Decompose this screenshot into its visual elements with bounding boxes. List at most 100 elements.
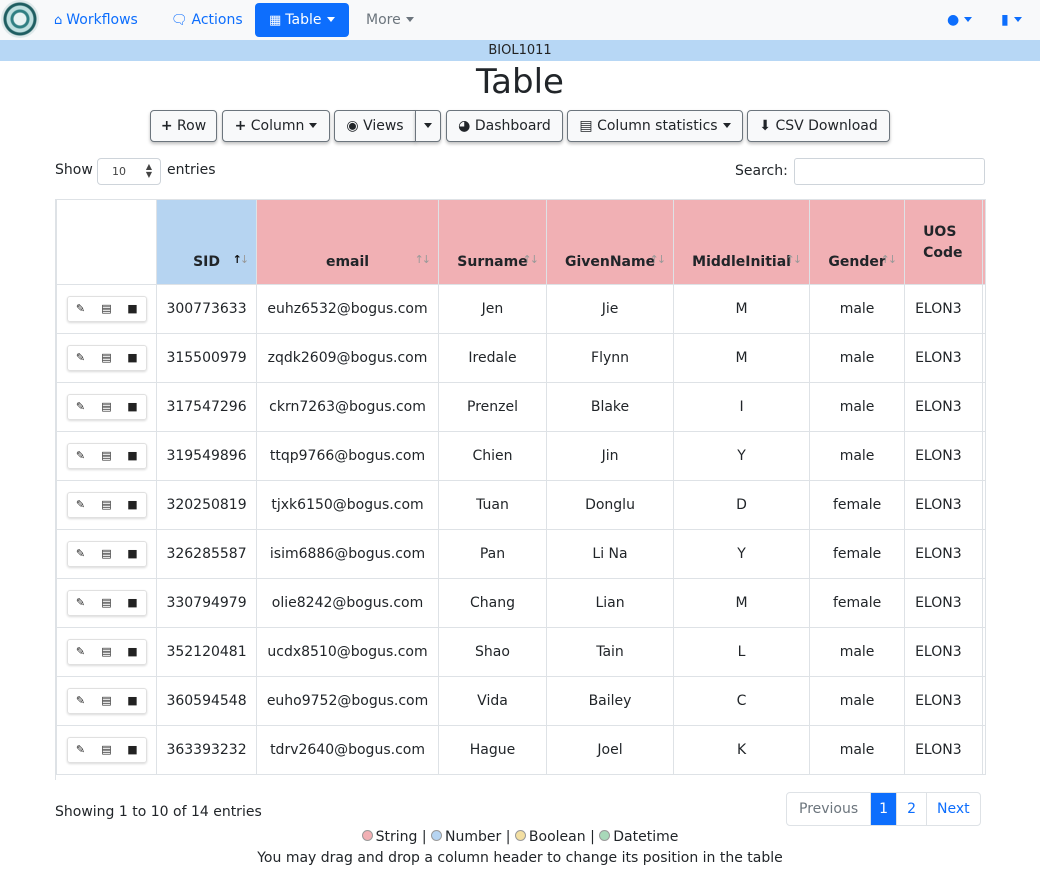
table-cell: 317547296 (156, 382, 258, 432)
table-cell: euhz6532@bogus.com (256, 284, 439, 334)
edit-icon[interactable]: ✎ (68, 297, 94, 321)
table-cell: 352120481 (156, 627, 258, 677)
book-menu[interactable]: ▮ (1001, 0, 1022, 40)
table-cell: ELON3 (904, 627, 983, 677)
edit-icon[interactable]: ✎ (68, 444, 94, 468)
nav-more-label: More (366, 12, 401, 28)
column-header-surname[interactable]: Surname ↑↓ (438, 199, 547, 285)
views-button[interactable]: ◉ Views (334, 110, 416, 142)
csv-download-button[interactable]: ⬇ CSV Download (747, 110, 890, 142)
edit-icon[interactable]: ✎ (68, 591, 94, 615)
table-row[interactable]: ✎ ▤ ■ 300773633 euhz6532@bogus.com Jen Jie Mmal… (56, 284, 986, 334)
legend-number: Number (445, 829, 502, 845)
table-cell: Tuan (438, 480, 547, 530)
row-operations: ✎ ▤ ■ (56, 284, 158, 334)
table-cell: D (673, 480, 811, 530)
column-header-uos-code[interactable]: UOS Code (904, 199, 983, 285)
bar-chart-icon[interactable]: ▤ (94, 542, 120, 566)
select-arrows-icon: ▲ ▼ (145, 162, 152, 179)
table-cell: Y (673, 529, 811, 579)
page-2-button[interactable]: 2 (896, 793, 926, 825)
add-row-button[interactable]: + Row (150, 110, 217, 142)
table-row[interactable]: ✎ ▤ ■ 326285587 isim6886@bogus.com Pan Li Na Yf… (56, 529, 986, 579)
table-row[interactable]: ✎ ▤ ■ 320250819 tjxk6150@bogus.com Tuan Donglu… (56, 480, 986, 530)
table-row[interactable]: ✎ ▤ ■ 319549896 ttqp9766@bogus.com Chien Jin Ym… (56, 431, 986, 481)
column-header-givenname[interactable]: GivenName ↑↓ (545, 199, 675, 285)
user-menu[interactable]: ● (947, 0, 973, 40)
table-cell (982, 529, 986, 579)
column-header-email[interactable]: email ↑↓ (256, 199, 439, 285)
table-cell: Blake (545, 382, 675, 432)
bar-chart-icon[interactable]: ▤ (94, 493, 120, 517)
column-header-next[interactable] (982, 199, 986, 285)
table-row[interactable]: ✎ ▤ ■ 363393232 tdrv2640@bogus.com Hague Joel K… (56, 725, 986, 775)
row-ops-group: ✎ ▤ ■ (66, 688, 147, 714)
edit-icon[interactable]: ✎ (68, 346, 94, 370)
trash-icon[interactable]: ■ (120, 395, 146, 419)
table-row[interactable]: ✎ ▤ ■ 330794979 olie8242@bogus.com Chang Lian M… (56, 578, 986, 628)
logo[interactable] (1, 0, 39, 38)
operations-header (56, 199, 158, 285)
bar-chart-icon[interactable]: ▤ (94, 395, 120, 419)
trash-icon[interactable]: ■ (120, 297, 146, 321)
table-row[interactable]: ✎ ▤ ■ 317547296 ckrn7263@bogus.com Prenzel Bla… (56, 382, 986, 432)
nav-more[interactable]: More (366, 0, 414, 40)
trash-icon[interactable]: ■ (120, 640, 146, 664)
next-page-button[interactable]: Next (926, 793, 980, 825)
edit-icon[interactable]: ✎ (68, 640, 94, 664)
trash-icon[interactable]: ■ (120, 346, 146, 370)
row-ops-group: ✎ ▤ ■ (66, 492, 147, 518)
table-icon: ▦ (269, 13, 282, 28)
column-header-label: SID (193, 254, 220, 270)
previous-page-button[interactable]: Previous (787, 793, 870, 825)
table-cell (982, 333, 986, 383)
row-ops-group: ✎ ▤ ■ (66, 639, 147, 665)
add-column-button[interactable]: + Column (222, 110, 330, 142)
column-header-middleinitial[interactable]: MiddleInitial ↑↓ (673, 199, 811, 285)
table-cell: ELON3 (904, 480, 983, 530)
table-cell: Joel (545, 725, 675, 775)
bar-chart-icon[interactable]: ▤ (94, 738, 120, 762)
bar-chart-icon[interactable]: ▤ (94, 591, 120, 615)
column-statistics-button[interactable]: ▤ Column statistics (567, 110, 743, 142)
nav-table[interactable]: ▦ Table (255, 3, 349, 37)
nav-workflows-label: Workflows (66, 12, 138, 28)
bar-chart-icon[interactable]: ▤ (94, 640, 120, 664)
views-dropdown-toggle[interactable] (415, 110, 441, 142)
dashboard-label: Dashboard (474, 118, 551, 134)
edit-icon[interactable]: ✎ (68, 542, 94, 566)
trash-icon[interactable]: ■ (120, 738, 146, 762)
bar-chart-icon[interactable]: ▤ (94, 297, 120, 321)
table-cell (982, 725, 986, 775)
table-row[interactable]: ✎ ▤ ■ 360594548 euho9752@bogus.com Vida Bailey… (56, 676, 986, 726)
trash-icon[interactable]: ■ (120, 444, 146, 468)
nav-actions[interactable]: 🗨 Actions (171, 0, 243, 40)
bar-chart-icon[interactable]: ▤ (94, 346, 120, 370)
column-header-sid[interactable]: SID ↑↓ (156, 199, 258, 285)
nav-workflows[interactable]: ⌂ Workflows (54, 0, 138, 40)
search-input[interactable] (794, 158, 985, 185)
edit-icon[interactable]: ✎ (68, 395, 94, 419)
row-ops-group: ✎ ▤ ■ (66, 737, 147, 763)
row-operations: ✎ ▤ ■ (56, 431, 158, 481)
column-header-gender[interactable]: Gender ↑↓ (809, 199, 906, 285)
edit-icon[interactable]: ✎ (68, 493, 94, 517)
trash-icon[interactable]: ■ (120, 591, 146, 615)
page-length-select[interactable]: 10 ▲ ▼ (97, 158, 161, 185)
chevron-down-icon (964, 17, 973, 22)
table-cell: ucdx8510@bogus.com (256, 627, 439, 677)
dashboard-button[interactable]: ◕ Dashboard (446, 110, 563, 142)
table-row[interactable]: ✎ ▤ ■ 315500979 zqdk2609@bogus.com Iredale Fly… (56, 333, 986, 383)
edit-icon[interactable]: ✎ (68, 689, 94, 713)
table-cell: Tain (545, 627, 675, 677)
trash-icon[interactable]: ■ (120, 493, 146, 517)
edit-icon[interactable]: ✎ (68, 738, 94, 762)
bar-chart-icon[interactable]: ▤ (94, 444, 120, 468)
boolean-dot-icon (514, 830, 526, 841)
table-cell (982, 480, 986, 530)
page-1-button[interactable]: 1 (870, 793, 897, 825)
bar-chart-icon[interactable]: ▤ (94, 689, 120, 713)
trash-icon[interactable]: ■ (120, 542, 146, 566)
trash-icon[interactable]: ■ (120, 689, 146, 713)
table-row[interactable]: ✎ ▤ ■ 352120481 ucdx8510@bogus.com Shao Tain Lm… (56, 627, 986, 677)
